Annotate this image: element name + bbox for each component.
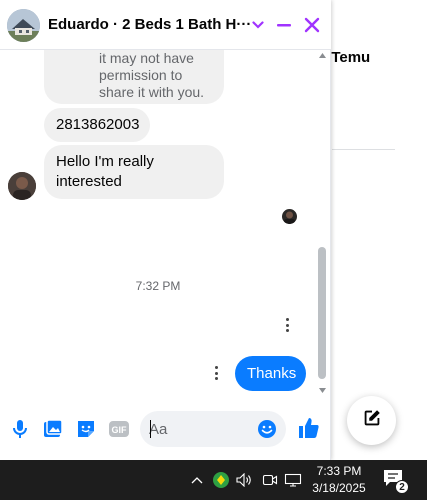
scroll-up-icon — [319, 53, 326, 58]
attach-photo-button[interactable] — [41, 417, 65, 441]
taskbar-clock[interactable]: 7:33 PM 3/18/2025 — [308, 463, 370, 497]
emoji-button[interactable] — [256, 418, 278, 440]
gif-button[interactable]: GIF — [107, 417, 131, 441]
network-icon — [284, 473, 302, 487]
scroll-down-icon — [319, 388, 326, 393]
message-info-text: it may not have permission to share it w… — [99, 50, 205, 100]
clock-date: 3/18/2025 — [312, 481, 366, 495]
minimize-icon — [277, 24, 291, 27]
new-message-button[interactable] — [347, 396, 396, 445]
message-bubble-phone: 2813862003 — [44, 108, 150, 142]
scrollbar-thumb[interactable] — [318, 247, 326, 379]
chevron-down-icon — [252, 21, 264, 29]
minimize-button[interactable] — [272, 13, 296, 37]
message-list[interactable]: it may not have permission to share it w… — [0, 50, 331, 398]
background-divider — [332, 149, 395, 150]
camera-icon — [262, 474, 278, 486]
chat-title[interactable]: Eduardo · 2 Beds 1 Bath H··· — [48, 16, 251, 33]
message-sent-text: Thanks — [247, 365, 297, 382]
message-bubble-interest: Hello I'm really interested — [44, 145, 224, 199]
like-button[interactable] — [296, 415, 322, 441]
camera-tray-button[interactable] — [261, 471, 279, 489]
microphone-icon — [13, 420, 27, 438]
speaker-icon — [236, 473, 251, 487]
time-separator: 7:32 PM — [135, 279, 181, 293]
notification-center-button[interactable]: 2 — [382, 468, 412, 494]
message-info-bubble: it may not have permission to share it w… — [44, 50, 224, 104]
message-input-wrapper[interactable] — [140, 411, 286, 447]
notification-badge: 2 — [395, 480, 409, 494]
thumbs-up-icon — [299, 418, 319, 438]
chevron-down-button[interactable] — [246, 13, 270, 37]
listing-avatar[interactable] — [7, 9, 40, 42]
message-interest-text: Hello I'm really interested — [56, 153, 154, 190]
message-options-icon[interactable] — [279, 316, 295, 334]
gif-icon: GIF — [109, 421, 129, 437]
clock-time: 7:33 PM — [316, 464, 362, 478]
chevron-up-icon — [191, 477, 203, 484]
seen-receipt-avatar — [282, 209, 297, 224]
message-scrollbar[interactable] — [316, 50, 329, 398]
chat-header[interactable]: Eduardo · 2 Beds 1 Bath H··· — [0, 0, 331, 50]
emoji-icon — [258, 420, 276, 438]
message-composer: GIF — [0, 398, 331, 460]
network-button[interactable] — [284, 471, 302, 489]
message-phone-text: 2813862003 — [56, 116, 140, 133]
show-hidden-icons-button[interactable] — [188, 471, 206, 489]
message-options-icon[interactable] — [208, 364, 224, 382]
message-bubble-sent: Thanks — [235, 356, 306, 391]
sticker-icon — [78, 421, 94, 437]
text-caret — [150, 420, 151, 438]
taskbar: 7:33 PM 3/18/2025 2 — [0, 460, 427, 500]
sender-avatar[interactable] — [8, 172, 36, 200]
voice-clip-button[interactable] — [8, 417, 32, 441]
close-button[interactable] — [300, 13, 324, 37]
sticker-button[interactable] — [74, 417, 98, 441]
volume-button[interactable] — [236, 471, 254, 489]
tray-app-icon[interactable] — [212, 471, 230, 489]
shield-icon — [213, 472, 229, 488]
chat-window: Eduardo · 2 Beds 1 Bath H··· it may not … — [0, 0, 331, 460]
svg-text:GIF: GIF — [112, 425, 128, 435]
photo-icon — [44, 419, 63, 437]
message-input[interactable] — [149, 419, 253, 439]
close-icon — [304, 17, 320, 33]
compose-icon — [361, 407, 383, 434]
